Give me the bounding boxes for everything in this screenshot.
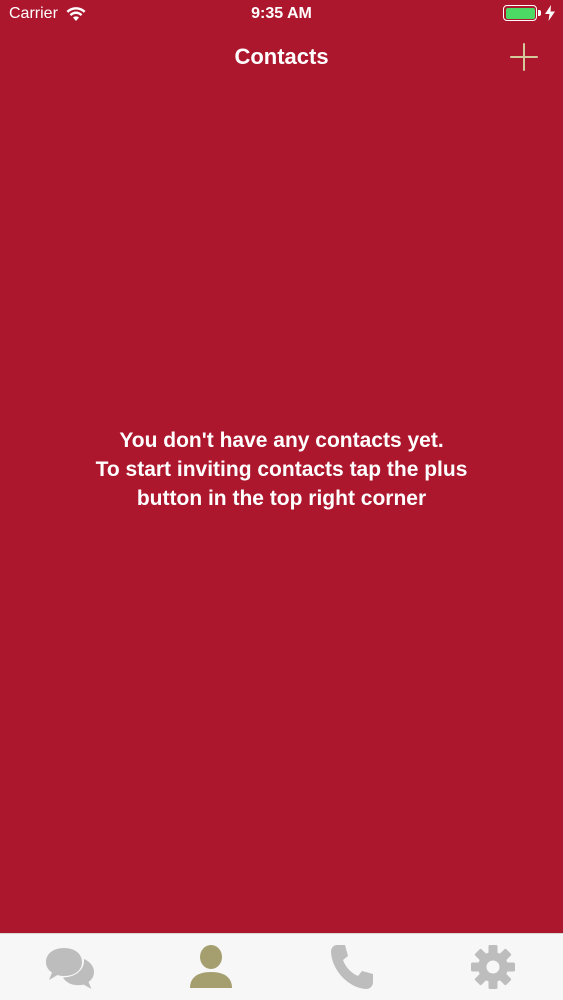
empty-state-line-1: You don't have any contacts yet. <box>119 429 444 452</box>
battery-tip <box>538 10 541 16</box>
phone-icon <box>330 945 373 989</box>
plus-icon <box>510 43 538 71</box>
tab-contacts[interactable] <box>141 934 282 1000</box>
charging-bolt-icon <box>545 5 555 21</box>
empty-state-line-3: button in the top right corner <box>136 487 427 510</box>
tab-settings[interactable] <box>422 934 563 1000</box>
gear-icon <box>470 945 515 989</box>
status-bar: Carrier 9:35 AM <box>0 0 563 30</box>
empty-state-line-2: To start inviting contacts tap the plus <box>95 458 468 481</box>
battery-icon <box>503 5 541 21</box>
status-time: 9:35 AM <box>251 5 312 22</box>
status-right <box>503 5 555 21</box>
tab-bar <box>0 933 563 1000</box>
chat-bubbles-icon <box>46 948 95 989</box>
battery-level <box>505 7 535 19</box>
empty-state-message: You don't have any contacts yet. To star… <box>0 426 563 513</box>
person-icon <box>190 945 233 988</box>
tab-chats[interactable] <box>0 934 141 1000</box>
page-title: Contacts <box>234 44 329 69</box>
tab-calls[interactable] <box>282 934 423 1000</box>
add-contact-button[interactable] <box>509 42 539 72</box>
navigation-bar: Contacts <box>0 30 563 86</box>
